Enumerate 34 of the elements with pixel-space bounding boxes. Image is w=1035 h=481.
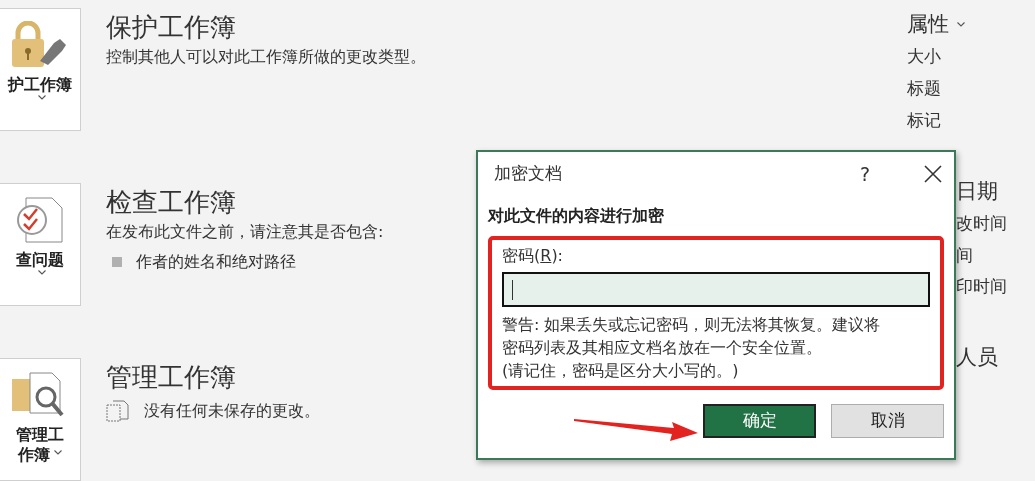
section-title: 管理工作簿 <box>106 362 237 394</box>
caret-icon <box>54 450 62 455</box>
warning-text: 警告: 如果丢失或忘记密码，则无法将其恢复。建议将 密码列表及其相应文档名放在一个安全位置。 (请记住，密码是区分大小写的。) <box>502 314 882 382</box>
dialog-heading: 对此文件的内容进行加密 <box>488 205 665 227</box>
workbook-action-button[interactable]: 管理工 作簿 <box>0 358 81 481</box>
property-label: 标题 <box>907 77 942 100</box>
section-description: 在发布此文件之前，请注意其是否包含: <box>106 221 384 244</box>
property-label: 印时间 <box>956 275 1007 299</box>
property-label: 间 <box>956 243 974 267</box>
section-title: 检查工作簿 <box>106 187 237 219</box>
property-label: 改时间 <box>956 211 1007 235</box>
ok-button[interactable]: 确定 <box>703 404 816 438</box>
field-label: 密码(R): <box>502 245 564 267</box>
bullet-icon <box>112 257 122 268</box>
caret-icon <box>957 22 965 28</box>
caret-icon <box>38 95 46 100</box>
workbook-action-button[interactable]: 查问题 <box>0 183 81 306</box>
list-item-text: 没有任何未保存的更改。 <box>144 400 320 423</box>
password-field[interactable] <box>502 272 930 307</box>
property-label: 大小 <box>907 45 942 69</box>
property-label: 标记 <box>907 108 942 132</box>
property-heading: 人员 <box>956 345 999 371</box>
list-item-text: 作者的姓名和绝对路径 <box>136 251 296 274</box>
workbook-action-button[interactable]: 护工作簿 <box>0 8 81 131</box>
dialog-title: 加密文档 <box>494 162 562 186</box>
section-description: 控制其他人可以对此工作簿所做的更改类型。 <box>106 46 426 69</box>
documents-icon <box>106 399 130 424</box>
caret-icon <box>38 270 46 275</box>
property-heading: 日期 <box>956 178 999 204</box>
lock-key-icon <box>12 21 68 69</box>
help-button[interactable]: ? <box>855 159 874 189</box>
cancel-button[interactable]: 取消 <box>831 404 944 438</box>
property-heading: 属性 <box>907 12 949 38</box>
section-title: 保护工作簿 <box>106 12 237 44</box>
